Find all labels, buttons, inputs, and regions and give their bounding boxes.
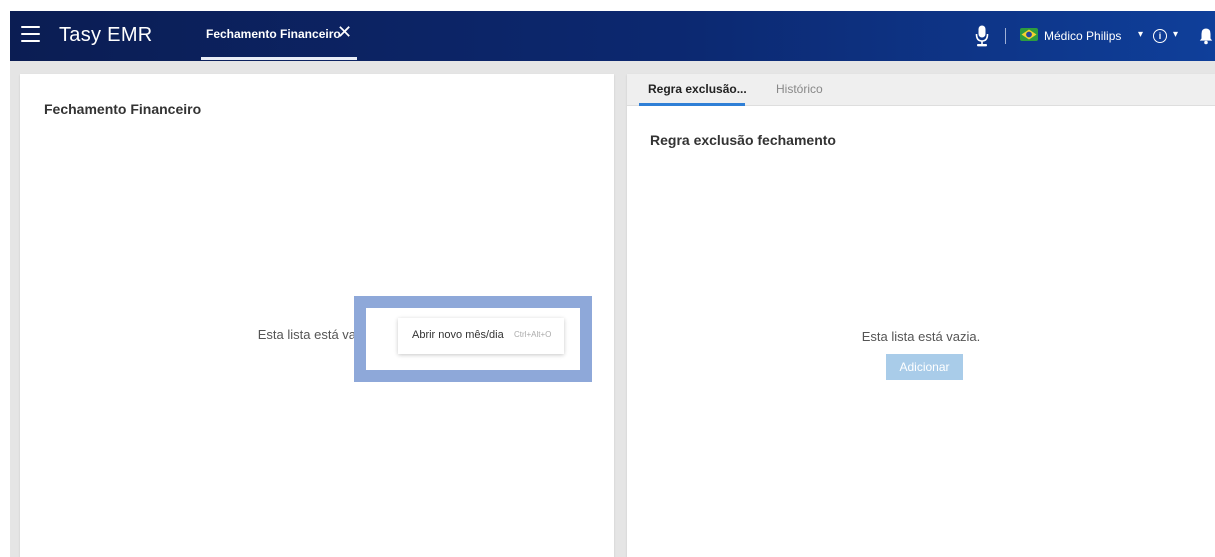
user-name: Médico Philips [1044,29,1122,43]
tab-active-indicator [639,103,745,106]
tab-historico[interactable]: Histórico [776,82,823,96]
context-menu-label: Abrir novo mês/dia [412,329,504,341]
add-button[interactable]: Adicionar [886,354,963,380]
bell-icon[interactable] [1199,27,1213,45]
microphone-icon[interactable] [975,25,989,47]
brazil-flag-icon [1020,28,1038,44]
panel-tabs: Regra exclusão... Histórico [627,74,1215,106]
context-menu-shortcut: Ctrl+Alt+O [514,330,552,339]
chevron-down-icon: ▾ [1138,29,1144,40]
financial-closing-panel: Fechamento Financeiro Esta lista está va… [20,74,614,557]
context-menu-item-open-new-month[interactable]: Abrir novo mês/dia Ctrl+Alt+O [398,318,564,354]
context-menu-frame: Abrir novo mês/dia Ctrl+Alt+O [366,308,580,370]
chevron-down-icon: ▾ [1173,29,1179,40]
header-divider [1005,28,1006,44]
info-icon: i [1153,29,1167,43]
info-menu[interactable]: i ▾ [1153,26,1185,46]
panel-title: Regra exclusão fechamento [650,132,836,148]
top-bar: Tasy EMR Fechamento Financeiro ✕ Médico … [10,11,1215,61]
tab-fechamento-financeiro[interactable]: Fechamento Financeiro ✕ [201,11,357,61]
tab-regra-exclusao[interactable]: Regra exclusão... [648,82,747,96]
tab-active-indicator [201,57,357,60]
empty-list-message: Esta lista está vazia. [861,329,981,344]
app-title: Tasy EMR [59,24,153,46]
tab-label: Fechamento Financeiro [206,27,341,41]
exclusion-rule-panel: Regra exclusão... Histórico Regra exclus… [627,74,1215,557]
panel-title: Fechamento Financeiro [44,101,202,117]
close-icon[interactable]: ✕ [337,23,352,41]
workspace: Fechamento Financeiro Esta lista está va… [10,61,1215,557]
menu-icon[interactable] [21,26,40,42]
context-menu-highlight: Abrir novo mês/dia Ctrl+Alt+O [354,296,592,382]
